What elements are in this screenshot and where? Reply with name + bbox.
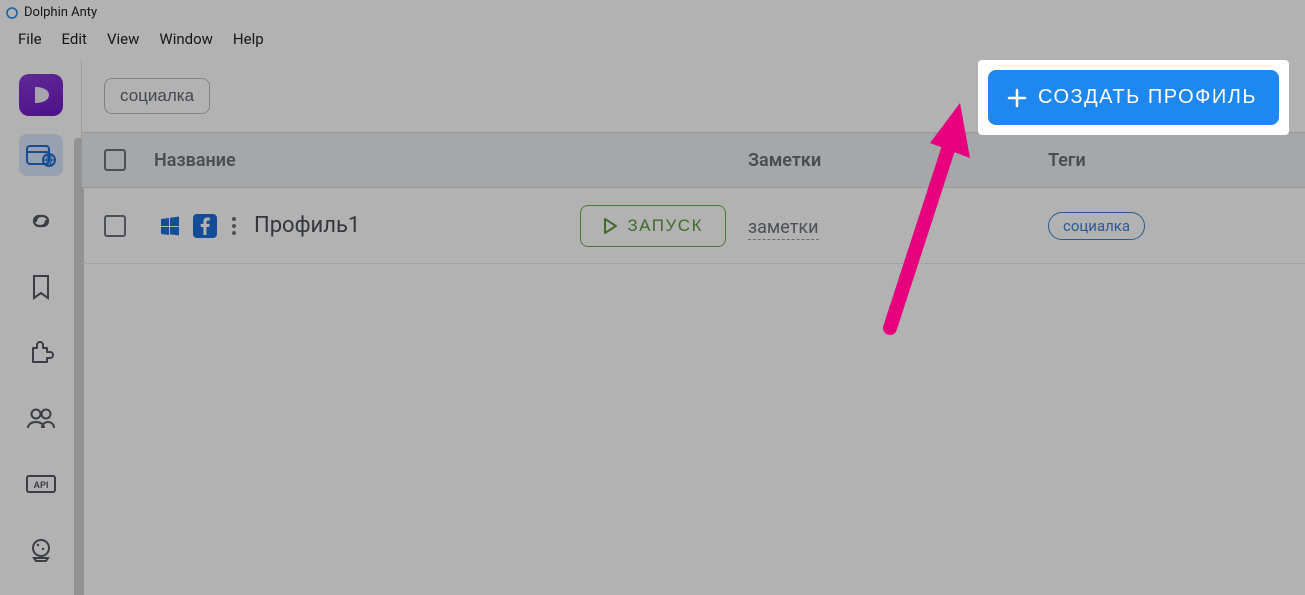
row-tag[interactable]: социалка (1048, 212, 1145, 240)
menubar: File Edit View Window Help (0, 25, 1305, 53)
play-icon (603, 218, 617, 234)
run-button[interactable]: ЗАПУСК (580, 205, 726, 247)
puzzle-icon (28, 339, 54, 365)
row-checkbox[interactable] (104, 215, 126, 237)
app-icon (6, 7, 18, 19)
menu-help[interactable]: Help (223, 26, 274, 52)
browser-globe-icon (26, 143, 56, 167)
link-icon (27, 210, 55, 232)
create-profile-label: СОЗДАТЬ ПРОФИЛЬ (1038, 86, 1257, 109)
plus-icon (1006, 87, 1028, 109)
column-header-notes[interactable]: Заметки (748, 150, 1048, 171)
nav-support[interactable] (19, 529, 63, 571)
nav-extensions[interactable] (19, 332, 63, 374)
nav-api[interactable]: API (19, 463, 63, 505)
window-title: Dolphin Anty (24, 5, 97, 20)
notes-field[interactable]: заметки (748, 217, 819, 240)
table-row: Профиль1 ЗАПУСК заметки социалка (82, 188, 1305, 264)
nav-bookmarks[interactable] (19, 266, 63, 308)
bookmark-icon (31, 274, 51, 300)
menu-edit[interactable]: Edit (52, 26, 97, 52)
body: API социалка СОЗДАТЬ ПРОФИЛЬ (0, 60, 1305, 595)
users-icon (26, 406, 56, 430)
row-menu-kebab[interactable] (228, 217, 240, 235)
windows-icon (158, 214, 182, 238)
titlebar: Dolphin Anty (0, 0, 1305, 25)
api-icon: API (25, 472, 57, 496)
nav-proxies[interactable] (19, 200, 63, 242)
filter-tag-chip[interactable]: социалка (104, 78, 210, 114)
app-root: { "window": { "title": "Dolphin Anty" },… (0, 0, 1305, 595)
profile-name[interactable]: Профиль1 (254, 213, 360, 238)
create-profile-highlight: СОЗДАТЬ ПРОФИЛЬ (978, 60, 1289, 135)
menu-file[interactable]: File (8, 26, 52, 52)
facebook-icon (193, 214, 217, 238)
app-logo[interactable] (19, 74, 63, 116)
column-header-tags[interactable]: Теги (1048, 150, 1283, 171)
sidebar: API (0, 60, 82, 595)
nav-profiles[interactable] (19, 134, 63, 176)
main: социалка СОЗДАТЬ ПРОФИЛЬ Название Заметк… (82, 60, 1305, 595)
menu-view[interactable]: View (97, 26, 149, 52)
column-header-name[interactable]: Название (148, 150, 748, 171)
run-button-label: ЗАПУСК (627, 216, 703, 236)
create-profile-button[interactable]: СОЗДАТЬ ПРОФИЛЬ (988, 70, 1279, 125)
menu-window[interactable]: Window (149, 26, 223, 52)
nav-team[interactable] (19, 397, 63, 439)
svg-text:API: API (33, 480, 48, 490)
crystal-ball-icon (28, 537, 54, 563)
select-all-checkbox[interactable] (104, 149, 126, 171)
table-header: Название Заметки Теги (82, 132, 1305, 188)
